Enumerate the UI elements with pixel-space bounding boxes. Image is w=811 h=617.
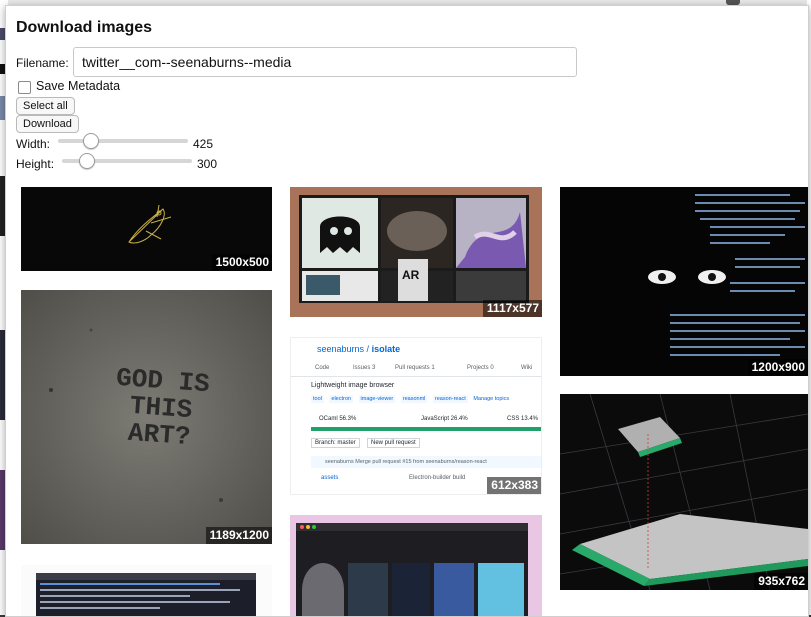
height-label: Height: xyxy=(16,157,55,171)
image-thumb[interactable]: 935x762 xyxy=(560,394,808,590)
height-slider-thumb[interactable] xyxy=(79,153,95,169)
image-thumb[interactable]: GOD IS THIS ART? 1189x1200 xyxy=(21,290,272,544)
branch-select: Branch: master xyxy=(311,438,360,448)
collage-image: AR xyxy=(290,187,542,317)
image-dimensions: 1500x500 xyxy=(211,254,272,271)
image-thumb[interactable]: seenaburns / isolate Code Issues 3 Pull … xyxy=(290,337,542,495)
manage-topics-link: Manage topics xyxy=(473,396,510,402)
filename-input[interactable] xyxy=(73,47,577,77)
repo-tab: Pull requests 1 xyxy=(395,365,435,371)
repo-tab: Issues 3 xyxy=(353,365,376,371)
language-bar xyxy=(311,427,541,431)
repo-tab: Wiki xyxy=(521,365,533,371)
width-value: 425 xyxy=(193,137,214,151)
language-css: CSS 13.4% xyxy=(507,416,539,422)
image-thumb[interactable]: AR 1117x577 xyxy=(290,187,542,317)
repo-tab: Code xyxy=(315,365,330,371)
terminal-window xyxy=(36,573,256,616)
height-value: 300 xyxy=(197,157,218,171)
image-dimensions: 1117x577 xyxy=(482,300,542,317)
repo-tabs: Code Issues 3 Pull requests 1 Projects 0… xyxy=(291,362,541,377)
width-slider-thumb[interactable] xyxy=(83,133,99,149)
height-slider[interactable] xyxy=(62,153,192,169)
topic-tag: image-viewer xyxy=(358,395,396,403)
folder-name: assets xyxy=(321,475,339,481)
language-javascript: JavaScript 26.4% xyxy=(421,416,468,422)
width-slider-track xyxy=(58,139,188,143)
image-dimensions: 1189x1200 xyxy=(205,527,272,544)
download-button[interactable]: Download xyxy=(16,115,79,133)
width-label: Width: xyxy=(16,137,51,151)
folder-message: Electron-builder build xyxy=(409,475,466,481)
image-thumb[interactable]: 1500x500 xyxy=(21,187,272,271)
repo-title: seenaburns / isolate xyxy=(317,344,401,354)
topic-tag: reasonml xyxy=(400,395,428,403)
code-eyes-image xyxy=(648,194,805,356)
graffiti-text: GOD IS THIS ART? xyxy=(115,362,211,453)
latest-commit: seenaburns Merge pull request #15 from s… xyxy=(311,456,541,468)
filename-label: Filename: xyxy=(16,56,69,70)
image-thumb[interactable] xyxy=(21,565,272,616)
new-pr-button: New pull request xyxy=(367,438,420,448)
repo-topics: tool electron image-viewer reasonml reas… xyxy=(311,395,510,403)
app-window xyxy=(296,523,528,616)
language-ocaml: OCaml 56.3% xyxy=(319,416,357,422)
repo-tab: Projects 0 xyxy=(467,365,494,371)
3d-plane-image xyxy=(560,394,808,590)
repo-owner: seenaburns xyxy=(317,344,365,354)
topic-tag: electron xyxy=(329,395,353,403)
topic-tag: reason-react xyxy=(432,395,468,403)
topic-tag: tool xyxy=(311,395,324,403)
image-dimensions: 612x383 xyxy=(487,477,541,494)
image-dimensions: 1200x900 xyxy=(747,359,808,376)
width-slider[interactable] xyxy=(58,133,188,149)
svg-text:AR: AR xyxy=(402,268,420,282)
download-images-popup: Download images Filename: Save Metadata … xyxy=(5,5,809,617)
save-metadata-label: Save Metadata xyxy=(36,79,121,93)
image-dimensions: 935x762 xyxy=(754,573,808,590)
image-thumb[interactable]: 1200x900 xyxy=(560,187,808,376)
terminal-titlebar xyxy=(36,573,256,580)
popup-title: Download images xyxy=(16,19,153,36)
repo-description: Lightweight image browser xyxy=(311,382,395,389)
repo-name: isolate xyxy=(371,344,401,354)
save-metadata-checkbox[interactable] xyxy=(18,81,31,94)
image-thumb[interactable] xyxy=(290,515,542,616)
image-grid: 1500x500 GOD IS THIS ART? 1189x1200 AR 1… xyxy=(6,184,808,616)
select-all-button[interactable]: Select all xyxy=(16,97,75,115)
